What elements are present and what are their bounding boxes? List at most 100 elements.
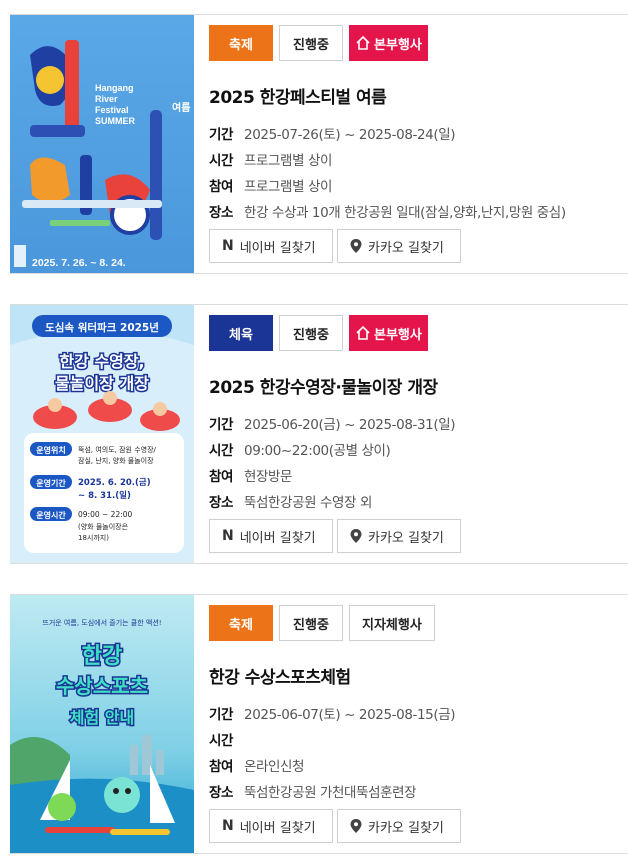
host-badge-label: 본부행사 <box>374 37 422 53</box>
time-label: 시간 <box>209 153 234 169</box>
category-badge: 축제 <box>209 605 273 641</box>
kakao-directions-label: 카카오 길찾기 <box>368 530 444 546</box>
time-value: 프로그램별 상이 <box>244 153 333 169</box>
place-value: 한강 수상과 10개 한강공원 일대(잠실,양화,난지,망원 중심) <box>244 205 566 221</box>
participation-label: 참여 <box>209 759 234 775</box>
badge-row: 체육 진행중 본부행사 <box>209 315 628 351</box>
event-info: 축제 진행중 지자체행사 한강 수상스포츠체험 기간 2025-06-07(토) … <box>209 605 628 804</box>
naver-n-icon: N <box>222 818 234 834</box>
poster-loc-2: 잠실, 난지, 양화 물놀이장 <box>78 456 154 465</box>
naver-directions-button[interactable]: N 네이버 길찾기 <box>209 809 333 843</box>
home-icon <box>356 35 370 50</box>
place-row: 장소 뚝섬한강공원 가천대뚝섬훈련장 <box>209 778 628 804</box>
time-value: 09:00~22:00(공별 상이) <box>244 443 391 459</box>
map-pin-icon <box>350 819 362 833</box>
poster-period-label: 운영기간 <box>36 478 66 488</box>
period-row: 기간 2025-06-07(토) ~ 2025-08-15(금) <box>209 700 628 726</box>
poster-loc-1: 뚝섬, 여의도, 잠원 수영장/ <box>78 445 157 454</box>
poster-headline-1: 한강 <box>82 644 122 669</box>
map-pin-icon <box>350 529 362 543</box>
participation-row: 참여 현장방문 <box>209 462 628 488</box>
kakao-directions-button[interactable]: 카카오 길찾기 <box>337 229 461 263</box>
naver-n-icon: N <box>222 238 234 254</box>
participation-value: 현장방문 <box>244 469 293 485</box>
host-badge-label: 본부행사 <box>374 327 422 343</box>
poster-headline-3: 체험 안내 <box>70 708 134 727</box>
map-pin-icon <box>350 239 362 253</box>
event-details: 기간 2025-07-26(토) ~ 2025-08-24(일) 시간 프로그램별 … <box>209 120 628 224</box>
participation-value: 프로그램별 상이 <box>244 179 333 195</box>
event-poster-image[interactable]: 도심속 워터파크 2025년 한강 수영장, 물놀이장 개장 운영위치 뚝섬, … <box>10 305 194 563</box>
time-label: 시간 <box>209 733 234 749</box>
poster-hours-3: 18시까지) <box>78 533 109 542</box>
event-card[interactable]: 뜨거운 여름, 도심에서 즐기는 쿨한 액션! 한강 수상스포츠 체험 안내 축… <box>10 594 628 854</box>
kakao-directions-button[interactable]: 카카오 길찾기 <box>337 809 461 843</box>
poster-text-top: 도심속 워터파크 2025년 <box>45 321 159 334</box>
poster-loc-label: 운영위치 <box>36 445 65 455</box>
watersports-poster: 뜨거운 여름, 도심에서 즐기는 쿨한 액션! 한강 수상스포츠 체험 안내 <box>10 595 194 853</box>
kakao-directions-button[interactable]: 카카오 길찾기 <box>337 519 461 553</box>
host-badge: 본부행사 <box>349 25 428 61</box>
poster-text-dates: 2025. 7. 26. ~ 8. 24. <box>32 257 126 269</box>
kakao-directions-label: 카카오 길찾기 <box>368 240 444 256</box>
status-badge: 진행중 <box>279 605 343 641</box>
kakao-directions-label: 카카오 길찾기 <box>368 820 444 836</box>
event-card[interactable]: Hangang River Festival SUMMER 여름 2025. 7… <box>10 14 628 274</box>
place-value: 뚝섬한강공원 가천대뚝섬훈련장 <box>244 785 417 801</box>
poster-text-hangang: Hangang <box>95 83 134 93</box>
host-badge: 지자체행사 <box>349 605 435 641</box>
poster-text-summer: SUMMER <box>95 116 135 126</box>
participation-value: 온라인신청 <box>244 759 305 775</box>
period-label: 기간 <box>209 127 234 143</box>
poster-text-river: River <box>95 94 118 104</box>
event-card[interactable]: 도심속 워터파크 2025년 한강 수영장, 물놀이장 개장 운영위치 뚝섬, … <box>10 304 628 564</box>
naver-directions-button[interactable]: N 네이버 길찾기 <box>209 519 333 553</box>
place-label: 장소 <box>209 205 234 221</box>
period-row: 기간 2025-06-20(금) ~ 2025-08-31(일) <box>209 410 628 436</box>
event-title[interactable]: 한강 수상스포츠체험 <box>209 663 628 688</box>
directions-buttons: N 네이버 길찾기 카카오 길찾기 <box>209 809 461 843</box>
participation-label: 참여 <box>209 469 234 485</box>
period-label: 기간 <box>209 417 234 433</box>
event-details: 기간 2025-06-07(토) ~ 2025-08-15(금) 시간 참여 온라인… <box>209 700 628 804</box>
poster-period-2: ~ 8. 31.(일) <box>78 490 131 501</box>
poster-headline-1: 한강 수영장, <box>59 352 144 371</box>
poster-hours-1: 09:00 ~ 22:00 <box>78 510 133 519</box>
period-value: 2025-06-07(토) ~ 2025-08-15(금) <box>244 707 456 723</box>
poster-hours-2: (양화 물놀이장은 <box>78 522 129 531</box>
event-info: 체육 진행중 본부행사 2025 한강수영장·물놀이장 개장 기간 2025-06… <box>209 315 628 514</box>
badge-row: 축제 진행중 지자체행사 <box>209 605 628 641</box>
time-label: 시간 <box>209 443 234 459</box>
naver-directions-label: 네이버 길찾기 <box>239 530 316 546</box>
naver-n-icon: N <box>222 528 234 544</box>
participation-row: 참여 프로그램별 상이 <box>209 172 628 198</box>
poster-headline-2: 수상스포츠 <box>56 674 148 698</box>
event-poster-image[interactable]: Hangang River Festival SUMMER 여름 2025. 7… <box>10 15 194 273</box>
time-row: 시간 프로그램별 상이 <box>209 146 628 172</box>
directions-buttons: N 네이버 길찾기 카카오 길찾기 <box>209 519 461 553</box>
directions-buttons: N 네이버 길찾기 카카오 길찾기 <box>209 229 461 263</box>
period-row: 기간 2025-07-26(토) ~ 2025-08-24(일) <box>209 120 628 146</box>
category-badge: 체육 <box>209 315 273 351</box>
pool-poster: 도심속 워터파크 2025년 한강 수영장, 물놀이장 개장 운영위치 뚝섬, … <box>10 305 194 563</box>
event-title[interactable]: 2025 한강페스티벌 여름 <box>209 83 628 108</box>
place-label: 장소 <box>209 495 234 511</box>
place-row: 장소 한강 수상과 10개 한강공원 일대(잠실,양화,난지,망원 중심) <box>209 198 628 224</box>
place-value: 뚝섬한강공원 수영장 외 <box>244 495 372 511</box>
event-title[interactable]: 2025 한강수영장·물놀이장 개장 <box>209 373 628 398</box>
event-poster-image[interactable]: 뜨거운 여름, 도심에서 즐기는 쿨한 액션! 한강 수상스포츠 체험 안내 <box>10 595 194 853</box>
host-badge: 본부행사 <box>349 315 428 351</box>
home-icon <box>356 325 370 340</box>
status-badge: 진행중 <box>279 315 343 351</box>
place-label: 장소 <box>209 785 234 801</box>
event-details: 기간 2025-06-20(금) ~ 2025-08-31(일) 시간 09:00~… <box>209 410 628 514</box>
period-label: 기간 <box>209 707 234 723</box>
poster-headline-2: 물놀이장 개장 <box>55 374 149 393</box>
poster-hours-label: 운영시간 <box>36 510 66 520</box>
time-row: 시간 09:00~22:00(공별 상이) <box>209 436 628 462</box>
naver-directions-button[interactable]: N 네이버 길찾기 <box>209 229 333 263</box>
period-value: 2025-07-26(토) ~ 2025-08-24(일) <box>244 127 456 143</box>
poster-text-festival: Festival <box>95 105 129 115</box>
category-badge: 축제 <box>209 25 273 61</box>
place-row: 장소 뚝섬한강공원 수영장 외 <box>209 488 628 514</box>
